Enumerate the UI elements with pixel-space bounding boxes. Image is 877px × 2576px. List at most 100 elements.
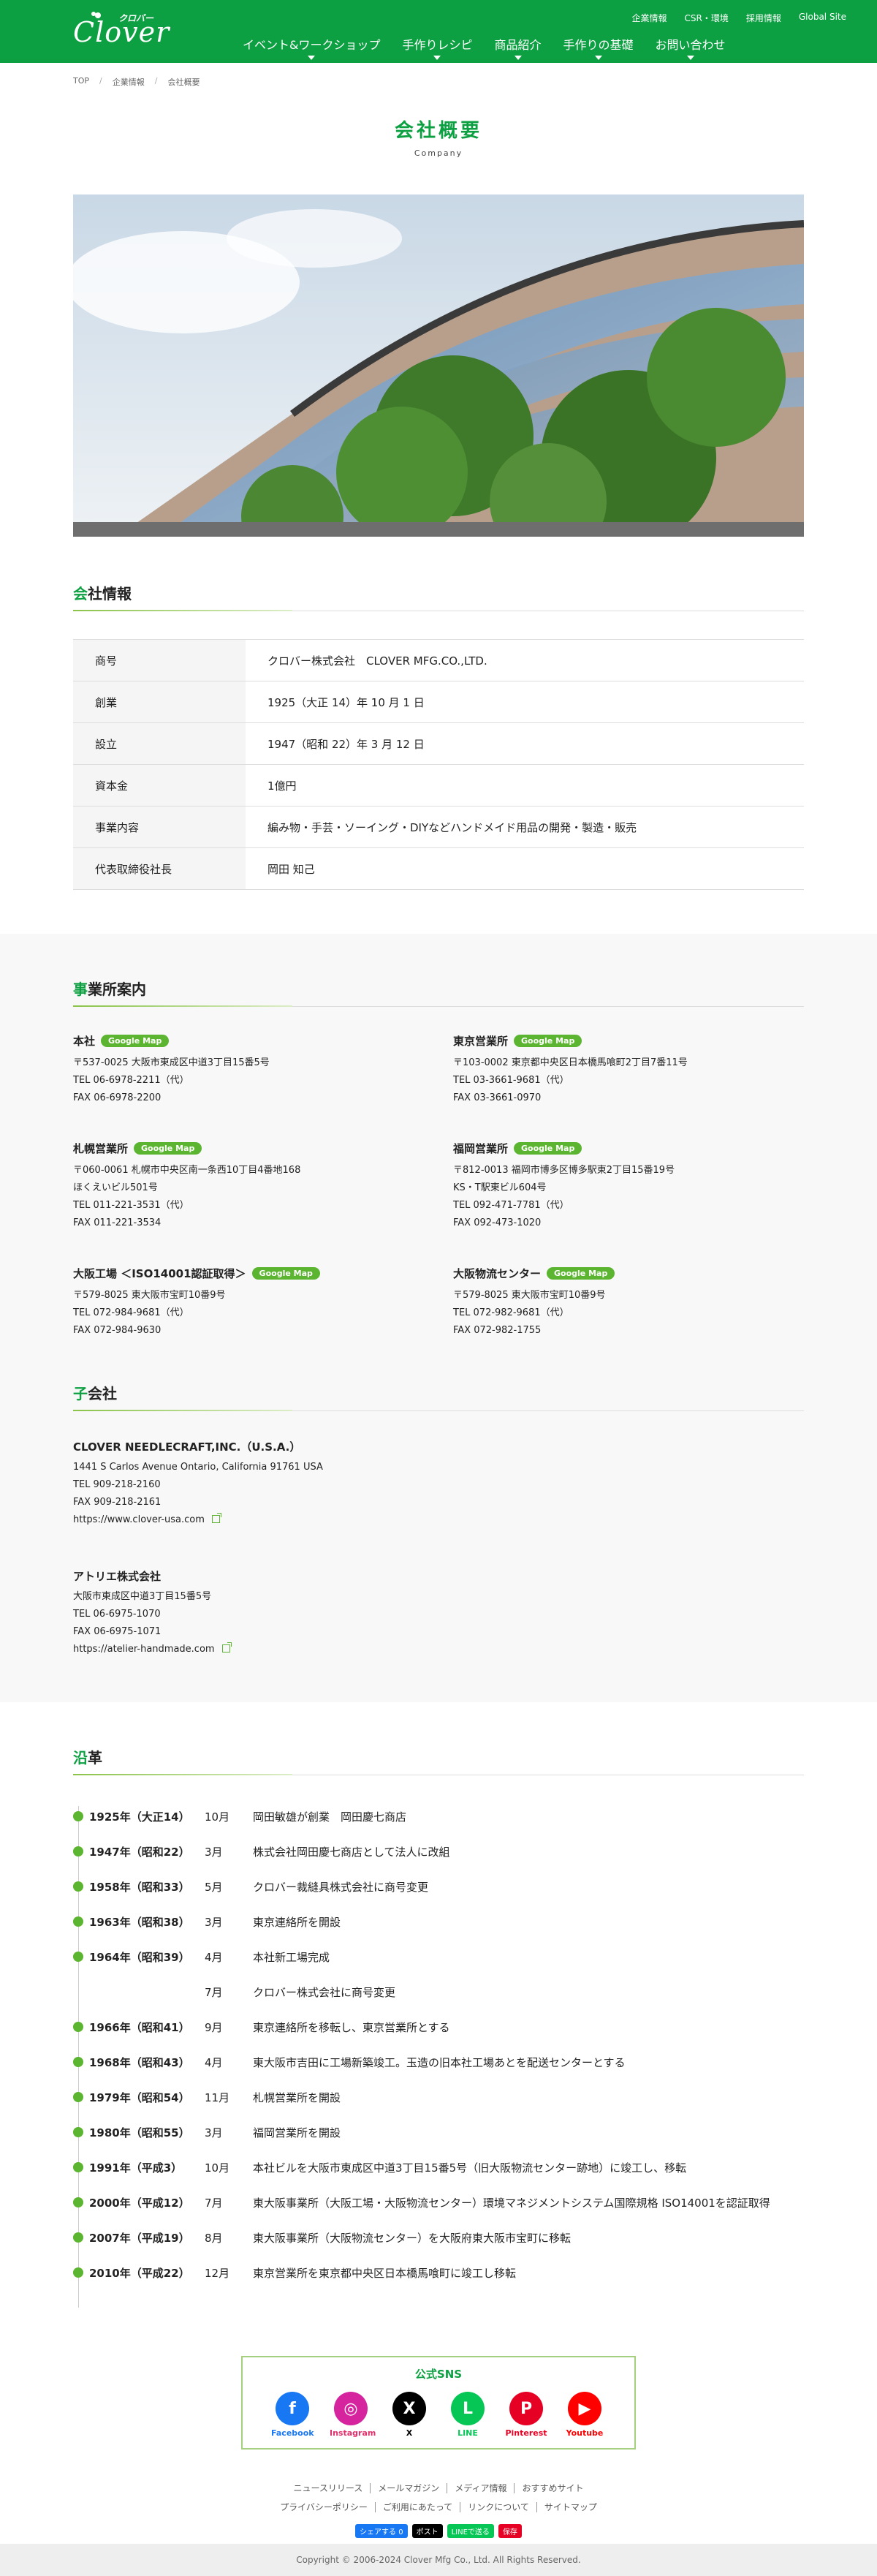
timeline-event: 東大阪事業所（大阪工場・大阪物流センター）環境マネジメントシステム国際規格 IS… (253, 2196, 770, 2210)
sns-link-x[interactable]: XX (388, 2392, 430, 2438)
section-heading: 会社情報 (73, 582, 804, 611)
office-address: 〒537-0025 大阪市東成区中道3丁目15番5号 (73, 1057, 270, 1068)
timeline-row: 1980年（昭和55） 3月 福岡営業所を開設 (73, 2115, 804, 2150)
google-map-button[interactable]: Google Map (514, 1142, 582, 1155)
google-map-button[interactable]: Google Map (134, 1142, 202, 1155)
share-button[interactable]: シェアする 0 (355, 2524, 408, 2538)
nav-basics[interactable]: 手作りの基礎 (563, 35, 634, 60)
util-link-global[interactable]: Global Site (799, 12, 846, 24)
timeline-dot-icon (73, 2022, 83, 2032)
table-row: 創業 1925（大正 14）年 10 月 1 日 (73, 681, 804, 723)
row-label: 代表取締役社長 (73, 847, 246, 890)
share-button[interactable]: LINEで送る (447, 2524, 494, 2538)
heading-accent: 沿 (73, 1749, 88, 1767)
footer-link-news[interactable]: ニュースリリース (286, 2483, 371, 2493)
timeline-row: 1966年（昭和41） 9月 東京連絡所を移転し、東京営業所とする (73, 2009, 804, 2044)
history-section: 沿革 1925年（大正14） 10月 岡田敏雄が創業 岡田慶七商店 1947年（昭和2… (73, 1746, 804, 2308)
subsidiary-name: CLOVER NEEDLECRAFT,INC.（U.S.A.） (73, 1440, 301, 1454)
office-tel: TEL 06-6978-2211（代） (73, 1075, 189, 1086)
footer-link-privacy[interactable]: プライバシーポリシー (273, 2502, 376, 2512)
office-name: 札幌営業所 (73, 1142, 129, 1155)
subsidiary-address: 大阪市東成区中道3丁目15番5号 (73, 1591, 212, 1602)
subsidiary-tel: TEL 909-218-2160 (73, 1479, 161, 1490)
heading-accent: 事 (73, 981, 88, 998)
timeline-year: 2010年（平成22） (89, 2266, 190, 2280)
share-button[interactable]: 保存 (498, 2524, 522, 2538)
util-link-recruit[interactable]: 採用情報 (746, 12, 781, 24)
nav-label: 手作りの基礎 (563, 38, 634, 52)
nav-products[interactable]: 商品紹介 (495, 35, 542, 60)
google-map-button[interactable]: Google Map (251, 1267, 320, 1280)
breadcrumb-top[interactable]: TOP (73, 76, 89, 88)
timeline-row: 2010年（平成22） 12月 東京営業所を東京都中央区日本橋馬喰町に竣工し移転 (73, 2255, 804, 2290)
footer-link-sites[interactable]: おすすめサイト (515, 2483, 591, 2493)
sns-label: Pinterest (505, 2428, 547, 2438)
sns-link-facebook[interactable]: f Facebook (271, 2392, 314, 2438)
timeline-event: 株式会社岡田慶七商店として法人に改組 (253, 1845, 450, 1859)
google-map-button[interactable]: Google Map (547, 1267, 615, 1280)
timeline-event: 岡田敏雄が創業 岡田慶七商店 (253, 1810, 407, 1824)
timeline-month: 4月 (205, 2055, 223, 2069)
nav-label: 手作りレシピ (402, 38, 473, 52)
nav-recipes[interactable]: 手作りレシピ (402, 35, 473, 60)
timeline-month: 7月 (205, 2196, 223, 2210)
timeline-dot-icon (73, 2232, 83, 2243)
office-tel: TEL 072-984-9681（代） (73, 1307, 189, 1318)
page-subtitle: Company (414, 148, 463, 158)
timeline-event: 東京営業所を東京都中央区日本橋馬喰町に竣工し移転 (253, 2266, 517, 2280)
sns-link-pinterest[interactable]: P Pinterest (505, 2392, 547, 2438)
breadcrumb-corporate[interactable]: 企業情報 (113, 76, 145, 88)
footer-link-sitemap[interactable]: サイトマップ (537, 2502, 604, 2512)
nav-events[interactable]: イベント&ワークショップ (243, 35, 380, 60)
google-map-button[interactable]: Google Map (514, 1035, 582, 1047)
util-link-csr[interactable]: CSR・環境 (685, 12, 729, 24)
timeline-event: 札幌営業所を開設 (253, 2090, 341, 2104)
util-link-corporate[interactable]: 企業情報 (631, 12, 667, 24)
facebook-icon: f (276, 2392, 309, 2425)
subsidiary-url-link[interactable]: https://www.clover-usa.com (73, 1514, 205, 1525)
timeline-event: クロバー裁縫具株式会社に商号変更 (253, 1880, 429, 1894)
timeline-year: 1991年（平成3） (89, 2161, 183, 2175)
footer-links: ニュースリリース メールマガジン メディア情報 おすすめサイト プライバシーポリシーご… (73, 2479, 804, 2517)
section-heading: 子会社 (73, 1382, 804, 1411)
row-label: 創業 (73, 681, 246, 723)
timeline-row: 1947年（昭和22） 3月 株式会社岡田慶七商店として法人に改組 (73, 1834, 804, 1869)
sns-label: LINE (458, 2428, 478, 2438)
footer-link-terms[interactable]: ご利用にあたって (375, 2502, 461, 2512)
sns-link-youtube[interactable]: ▶ Youtube (563, 2392, 606, 2438)
sns-label: Facebook (271, 2428, 314, 2438)
copyright-text: Copyright © 2006-2024 Clover Mfg Co., Lt… (296, 2555, 581, 2565)
office-fax: FAX 072-982-1755 (453, 1325, 542, 1336)
timeline-year: 1966年（昭和41） (89, 2020, 190, 2034)
office-item: 大阪工場 ＜ISO14001認証取得＞ Google Map 〒579-8025 … (73, 1266, 453, 1340)
row-value: 1億円 (267, 779, 297, 793)
sns-link-instagram[interactable]: ◎ Instagram (330, 2392, 376, 2438)
google-map-button[interactable]: Google Map (101, 1035, 170, 1047)
offices-band: 事業所案内 本社 Google Map 〒537-0025 大阪市東成区中道3丁目… (0, 934, 877, 1702)
office-address: 〒579-8025 東大阪市宝町10番9号 (73, 1290, 226, 1301)
office-fax: FAX 03-3661-0970 (453, 1092, 542, 1103)
office-tel: TEL 092-471-7781（代） (453, 1200, 569, 1211)
sns-label: Instagram (330, 2428, 376, 2438)
timeline-dot-icon (73, 2092, 83, 2102)
timeline-row: 1979年（昭和54） 11月 札幌営業所を開設 (73, 2080, 804, 2115)
subsidiary-tel: TEL 06-6975-1070 (73, 1609, 161, 1620)
share-button[interactable]: ポスト (411, 2524, 443, 2538)
footer-link-linking[interactable]: リンクについて (460, 2502, 537, 2512)
clover-logo[interactable]: クロバー Clover (73, 10, 175, 51)
timeline-row: 1968年（昭和43） 4月 東大阪市吉田に工場新築竣工。玉造の旧本社工場あとを配送… (73, 2044, 804, 2080)
timeline-year: 2007年（平成19） (89, 2231, 190, 2245)
subsidiary-url-link[interactable]: https://atelier-handmade.com (73, 1644, 215, 1655)
footer-link-mailmag[interactable]: メールマガジン (371, 2483, 448, 2493)
footer-link-media[interactable]: メディア情報 (447, 2483, 515, 2493)
office-tel: TEL 03-3661-9681（代） (453, 1075, 569, 1086)
office-name: 大阪物流センター (453, 1267, 542, 1280)
page-title: 会社概要 (394, 120, 482, 142)
nav-contact[interactable]: お問い合わせ (656, 35, 726, 60)
timeline-row: 2000年（平成12） 7月 東大阪事業所（大阪工場・大阪物流センター）環境マネジメ… (73, 2185, 804, 2220)
section-heading: 沿革 (73, 1746, 804, 1775)
main-nav: イベント&ワークショップ 手作りレシピ 商品紹介 手作りの基礎 お問い合わせ (243, 35, 726, 60)
office-item: 札幌営業所 Google Map 〒060-0061 札幌市中央区南一条西10丁目… (73, 1141, 453, 1232)
sns-link-line[interactable]: L LINE (447, 2392, 489, 2438)
office-address: 〒103-0002 東京都中央区日本橋馬喰町2丁目7番11号 (453, 1057, 688, 1068)
